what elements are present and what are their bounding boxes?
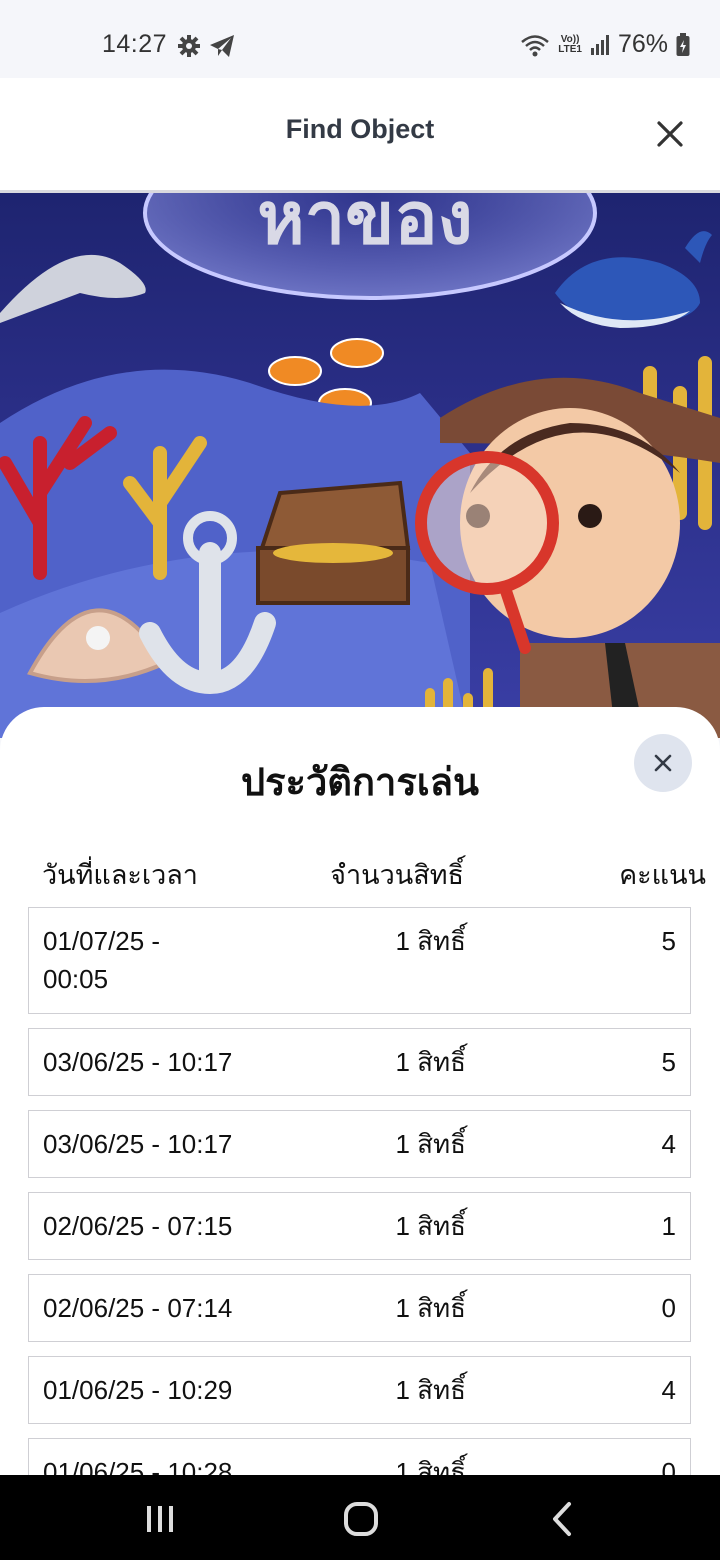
history-sheet: ประวัติการเล่น วันที่และเวลา จำนวนสิทธิ์… — [0, 707, 720, 1475]
table-row: 02/06/25 - 07:15 1 สิทธิ์ 1 — [28, 1192, 691, 1260]
battery-icon — [676, 32, 690, 56]
sheet-close-button[interactable] — [634, 734, 692, 792]
cell-rights: 1 สิทธิ์ — [395, 1211, 466, 1241]
cell-date: 03/06/25 - 10:17 — [43, 1047, 233, 1077]
cell-rights: 1 สิทธิ์ — [395, 1129, 466, 1159]
table-row: 01/07/25 - 00:05 1 สิทธิ์ 5 — [28, 907, 691, 1014]
cell-rights: 1 สิทธิ์ — [395, 1293, 466, 1323]
page-title: Find Object — [285, 114, 435, 144]
send-icon — [210, 35, 234, 57]
cell-rights: 1 สิทธิ์ — [395, 1457, 466, 1475]
cell-rights: 1 สิทธิ์ — [395, 926, 466, 956]
signal-icon — [590, 34, 609, 55]
banner-illustration: หาของ — [0, 193, 720, 738]
cell-rights: 1 สิทธิ์ — [395, 1375, 466, 1405]
cell-date: 02/06/25 - 07:14 — [43, 1293, 233, 1323]
table-header: วันที่และเวลา จำนวนสิทธิ์ คะแนน — [42, 853, 706, 893]
cell-score: 4 — [661, 1375, 676, 1405]
cell-score: 5 — [661, 1047, 676, 1077]
cell-score: 5 — [661, 926, 676, 956]
status-notification-icons — [177, 34, 235, 58]
table-row: 02/06/25 - 07:14 1 สิทธิ์ 0 — [28, 1274, 691, 1342]
cell-score: 0 — [661, 1293, 676, 1323]
column-header-rights: จำนวนสิทธิ์ — [330, 860, 464, 890]
table-row: 03/06/25 - 10:17 1 สิทธิ์ 5 — [28, 1028, 691, 1096]
status-bar: 14:27 Vo)) LTE1 76% — [0, 0, 720, 78]
system-nav-bar — [0, 1475, 720, 1560]
cell-date: 01/07/25 - 00:05 — [43, 926, 161, 994]
table-row: 01/06/25 - 10:29 1 สิทธิ์ 4 — [28, 1356, 691, 1424]
history-table: 01/07/25 - 00:05 1 สิทธิ์ 5 03/06/25 - 1… — [28, 907, 691, 1475]
home-icon[interactable] — [339, 1497, 383, 1541]
cell-rights: 1 สิทธิ์ — [395, 1047, 466, 1077]
banner-headline: หาของ — [257, 193, 473, 260]
cell-score: 0 — [661, 1457, 676, 1475]
app-header: Find Object — [0, 78, 720, 193]
network-label: Vo)) LTE1 — [558, 33, 582, 55]
close-icon[interactable] — [654, 118, 686, 150]
game-banner: หาของ — [0, 193, 720, 738]
gear-icon — [178, 35, 200, 57]
column-header-date: วันที่และเวลา — [42, 860, 198, 890]
back-icon[interactable] — [541, 1497, 585, 1541]
table-row: 01/06/25 - 10:28 1 สิทธิ์ 0 — [28, 1438, 691, 1475]
sheet-title: ประวัติการเล่น — [241, 762, 479, 804]
cell-date: 02/06/25 - 07:15 — [43, 1211, 233, 1241]
status-system-icons: Vo)) LTE1 76% — [520, 30, 690, 59]
cell-date: 03/06/25 - 10:17 — [43, 1129, 233, 1159]
cell-score: 1 — [661, 1211, 676, 1241]
cell-score: 4 — [661, 1129, 676, 1159]
cell-date: 01/06/25 - 10:29 — [43, 1375, 233, 1405]
wifi-icon — [521, 34, 550, 56]
cell-date: 01/06/25 - 10:28 — [43, 1457, 233, 1475]
table-row: 03/06/25 - 10:17 1 สิทธิ์ 4 — [28, 1110, 691, 1178]
status-time: 14:27 — [102, 30, 168, 58]
battery-percent: 76% — [617, 30, 668, 58]
recents-icon[interactable] — [138, 1497, 182, 1541]
close-icon — [654, 754, 672, 772]
column-header-score: คะแนน — [619, 860, 706, 890]
